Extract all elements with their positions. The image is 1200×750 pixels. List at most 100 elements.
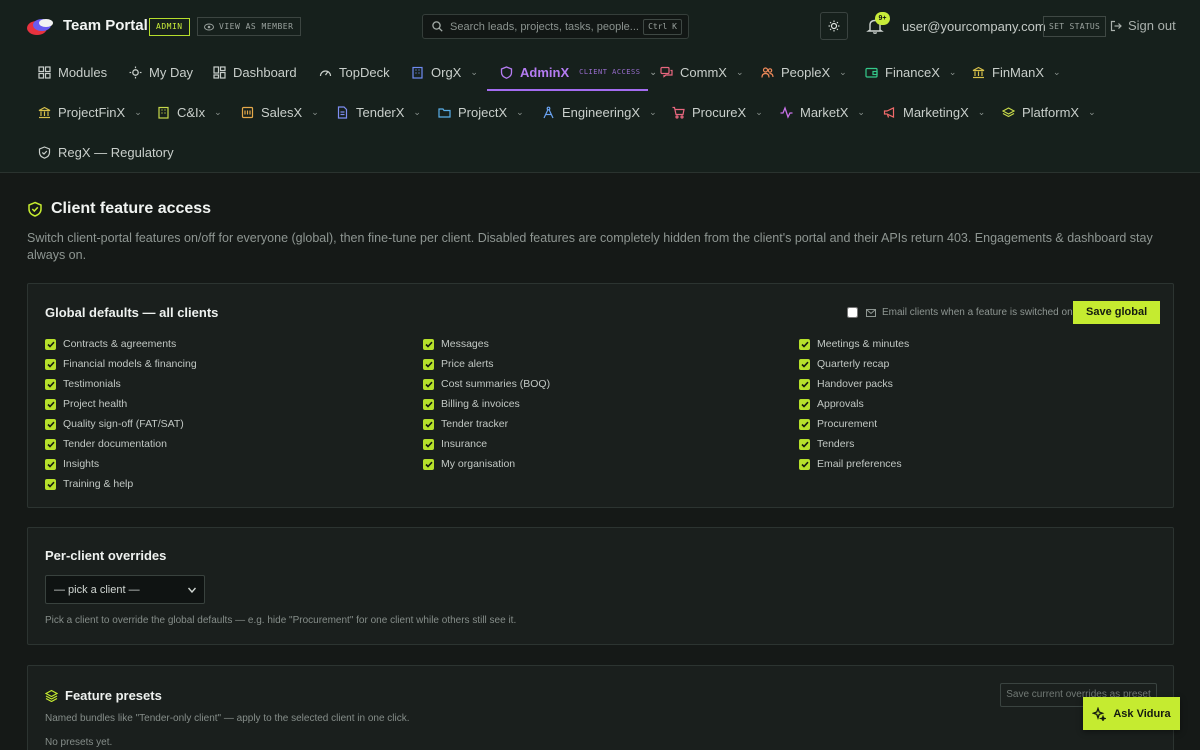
save-global-button[interactable]: Save global [1073,301,1161,324]
nav-adminx[interactable]: AdminX CLIENT ACCESS ⌄ [500,52,657,92]
user-email[interactable]: user@yourcompany.com [902,19,1046,34]
nav-marketingx[interactable]: MarketingX ⌄ [883,92,985,132]
nav-dashboard[interactable]: Dashboard [213,52,297,92]
feature-checkbox[interactable] [423,358,434,370]
email-clients-toggle[interactable]: Email clients when a feature is switched… [847,307,1073,318]
nav-platformx[interactable]: PlatformX ⌄ [1002,92,1096,132]
feature-checkbox[interactable] [45,418,56,430]
feature-checkbox[interactable] [45,378,56,390]
feature-toggle[interactable]: Tender tracker [423,418,508,430]
building-icon [157,106,170,119]
feature-toggle[interactable]: Messages [423,338,489,350]
nav-finmanx[interactable]: FinManX ⌄ [972,52,1061,92]
feature-checkbox[interactable] [45,478,56,490]
global-defaults-card: Global defaults — all clients Email clie… [27,283,1174,508]
feature-checkbox[interactable] [423,338,434,350]
brand-name[interactable]: Team Portal [63,17,148,34]
view-as-member-button[interactable]: VIEW AS MEMBER [197,17,302,36]
global-search[interactable]: Ctrl K [422,14,689,39]
chevron-down-icon: ⌄ [214,106,222,117]
feature-toggle[interactable]: Price alerts [423,358,494,370]
nav-modules[interactable]: Modules [38,52,107,92]
nav-marketx[interactable]: MarketX ⌄ [780,92,865,132]
feature-toggle[interactable]: My organisation [423,458,515,470]
feature-toggle[interactable]: Tender documentation [45,438,167,450]
feature-toggle[interactable]: Training & help [45,478,133,490]
search-input[interactable] [450,20,645,33]
bank-icon [38,106,51,119]
cart-icon [672,106,685,119]
chevron-down-icon: ⌄ [948,66,957,77]
set-status-button[interactable]: SET STATUS [1043,16,1107,37]
feature-checkbox[interactable] [799,398,810,410]
check-icon [46,401,55,408]
feature-checkbox[interactable] [45,338,56,350]
nav-financex[interactable]: FinanceX ⌄ [865,52,956,92]
nav-engineeringx[interactable]: EngineeringX ⌄ [542,92,657,132]
tag-icon [241,106,254,119]
client-select[interactable]: — pick a client — [45,575,205,604]
feature-checkbox[interactable] [423,398,434,410]
feature-checkbox[interactable] [799,338,810,350]
nav-projectfinx[interactable]: ProjectFinX ⌄ [38,92,142,132]
nav-c-and-ix[interactable]: C&Ix ⌄ [157,92,222,132]
chevron-down-icon: ⌄ [516,106,524,117]
feature-checkbox[interactable] [45,458,56,470]
module-nav-row-3: RegX — Regulatory [0,132,1200,172]
feature-checkbox[interactable] [799,418,810,430]
feature-checkbox[interactable] [799,358,810,370]
nav-orgx[interactable]: OrgX ⌄ [411,52,478,92]
feature-checkbox[interactable] [45,398,56,410]
nav-commx[interactable]: CommX ⌄ [660,52,744,92]
feature-checkbox[interactable] [423,458,434,470]
theme-toggle-button[interactable] [820,12,848,40]
feature-toggle[interactable]: Tenders [799,438,854,450]
feature-toggle[interactable]: Contracts & agreements [45,338,176,350]
feature-checkbox[interactable] [423,418,434,430]
feature-checkbox[interactable] [423,378,434,390]
feature-toggle[interactable]: Billing & invoices [423,398,520,410]
sign-out-button[interactable]: Sign out [1110,18,1176,33]
check-icon [424,381,433,388]
feature-checkbox[interactable] [799,438,810,450]
feature-toggle[interactable]: Testimonials [45,378,121,390]
nav-topdeck[interactable]: TopDeck [319,52,390,92]
sun-icon [129,66,142,79]
brand-logo-icon[interactable] [26,16,54,36]
ask-vidura-button[interactable]: Ask Vidura [1083,697,1180,730]
sun-icon [828,20,840,32]
nav-label: My Day [149,64,194,80]
feature-toggle[interactable]: Email preferences [799,458,902,470]
feature-checkbox[interactable] [423,438,434,450]
check-icon [800,341,809,348]
feature-checkbox[interactable] [45,358,56,370]
feature-toggle[interactable]: Insights [45,458,99,470]
nav-my-day[interactable]: My Day [129,52,193,92]
feature-checkbox[interactable] [799,378,810,390]
nav-tenderx[interactable]: TenderX ⌄ [336,92,421,132]
nav-peoplex[interactable]: PeopleX ⌄ [761,52,847,92]
feature-toggle[interactable]: Financial models & financing [45,358,197,370]
nav-procurex[interactable]: ProcureX ⌄ [672,92,763,132]
chevron-down-icon: ⌄ [413,106,421,117]
nav-regx[interactable]: RegX — Regulatory [38,132,174,172]
feature-toggle[interactable]: Insurance [423,438,487,450]
nav-projectx[interactable]: ProjectX ⌄ [438,92,524,132]
feature-toggle[interactable]: Procurement [799,418,877,430]
page-title: Client feature access [27,200,211,218]
feature-checkbox[interactable] [799,458,810,470]
feature-toggle[interactable]: Approvals [799,398,864,410]
feature-toggle[interactable]: Quality sign-off (FAT/SAT) [45,418,184,430]
feature-toggle[interactable]: Quarterly recap [799,358,889,370]
check-icon [424,341,433,348]
nav-salesx[interactable]: SalesX ⌄ [241,92,319,132]
module-nav-row-2: ProjectFinX ⌄ C&Ix ⌄ SalesX ⌄ TenderX ⌄ … [0,92,1200,132]
feature-label: Financial models & financing [63,358,197,370]
feature-checkbox[interactable] [45,438,56,450]
feature-toggle[interactable]: Project health [45,398,127,410]
feature-toggle[interactable]: Meetings & minutes [799,338,909,350]
feature-toggle[interactable]: Handover packs [799,378,893,390]
dashboard-icon [213,65,226,79]
email-clients-checkbox[interactable] [847,307,858,318]
feature-toggle[interactable]: Cost summaries (BOQ) [423,378,550,390]
